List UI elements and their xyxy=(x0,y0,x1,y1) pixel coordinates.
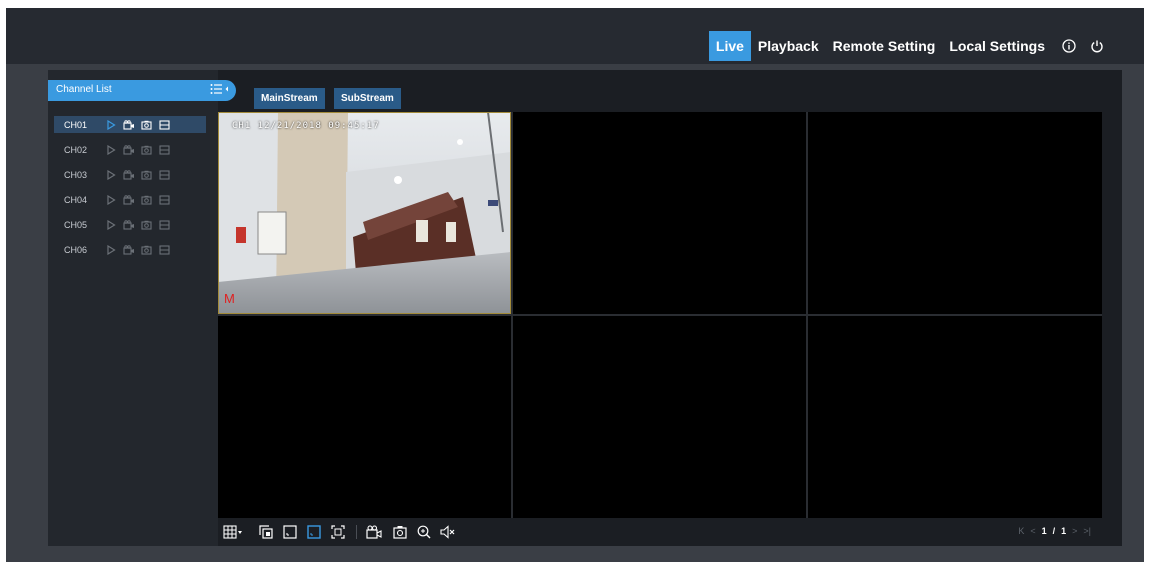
snapshot-icon[interactable] xyxy=(140,143,153,156)
record-icon[interactable] xyxy=(122,243,135,256)
channel-row[interactable]: CH06 xyxy=(54,241,206,258)
channel-name: CH04 xyxy=(64,194,88,205)
app-window: Live Playback Remote Setting Local Setti… xyxy=(6,8,1144,562)
snapshot-icon[interactable] xyxy=(392,524,408,540)
video-grid: CH1 12/21/2018 09:45:17 M xyxy=(218,111,1102,518)
record-all-icon[interactable] xyxy=(366,524,382,540)
live-toolbar: K < 1 / 1 > >| xyxy=(218,518,1102,546)
stream-icon[interactable] xyxy=(158,193,171,206)
total-pages: 1 xyxy=(1061,526,1067,536)
main-nav: Live Playback Remote Setting Local Setti… xyxy=(708,31,1108,61)
power-icon[interactable] xyxy=(1086,35,1108,57)
fullscreen-icon[interactable] xyxy=(330,524,346,540)
toolbar-divider xyxy=(356,525,357,539)
stream-icon[interactable] xyxy=(158,243,171,256)
channel-name: CH03 xyxy=(64,169,88,180)
channel-row[interactable]: CH03 xyxy=(54,166,206,183)
first-page-icon[interactable]: K xyxy=(1018,526,1024,536)
snapshot-icon[interactable] xyxy=(140,168,153,181)
info-icon[interactable] xyxy=(1058,35,1080,57)
play-icon[interactable] xyxy=(104,218,117,231)
channel-list-title: Channel List xyxy=(56,84,112,95)
motion-indicator: M xyxy=(224,291,235,306)
channel-row[interactable]: CH04 xyxy=(54,191,206,208)
zoom-in-icon[interactable] xyxy=(416,524,432,540)
stream-icon[interactable] xyxy=(158,118,171,131)
snapshot-icon[interactable] xyxy=(140,218,153,231)
video-timestamp: CH1 12/21/2018 09:45:17 xyxy=(232,121,380,131)
record-icon[interactable] xyxy=(122,143,135,156)
split-view-icon[interactable] xyxy=(258,524,274,540)
record-icon[interactable] xyxy=(122,118,135,131)
channel-sidebar: CH01 CH02 CH03 CH04 CH05 CH06 xyxy=(48,70,218,546)
aspect-ratio-icon[interactable] xyxy=(306,524,322,540)
layout-grid-icon[interactable] xyxy=(222,524,244,540)
video-cell[interactable] xyxy=(513,316,806,518)
nav-live[interactable]: Live xyxy=(708,31,751,61)
current-page: 1 xyxy=(1041,526,1047,536)
record-icon[interactable] xyxy=(122,193,135,206)
next-page-icon[interactable]: > xyxy=(1072,526,1077,536)
play-icon[interactable] xyxy=(104,143,117,156)
channel-name: CH01 xyxy=(64,119,88,130)
live-panel: CH01 CH02 CH03 CH04 CH05 CH06 Channel Li… xyxy=(48,70,1122,546)
list-collapse-icon[interactable] xyxy=(210,83,230,95)
last-page-icon[interactable]: >| xyxy=(1083,526,1091,536)
channel-row[interactable]: CH05 xyxy=(54,216,206,233)
video-cell-ch1[interactable]: CH1 12/21/2018 09:45:17 M xyxy=(218,111,511,314)
camera-feed-image xyxy=(218,111,511,314)
play-icon[interactable] xyxy=(104,168,117,181)
grid-divider xyxy=(218,314,1102,316)
record-icon[interactable] xyxy=(122,218,135,231)
video-cell[interactable] xyxy=(513,112,806,314)
channel-row[interactable]: CH02 xyxy=(54,141,206,158)
nav-local-settings[interactable]: Local Settings xyxy=(942,31,1052,61)
stream-icon[interactable] xyxy=(158,218,171,231)
fit-icon[interactable] xyxy=(282,524,298,540)
stream-icon[interactable] xyxy=(158,168,171,181)
sub-stream-button[interactable]: SubStream xyxy=(334,88,401,109)
mute-icon[interactable] xyxy=(440,524,456,540)
nav-remote-setting[interactable]: Remote Setting xyxy=(826,31,943,61)
snapshot-icon[interactable] xyxy=(140,243,153,256)
play-icon[interactable] xyxy=(104,243,117,256)
channel-name: CH05 xyxy=(64,219,88,230)
main-stream-button[interactable]: MainStream xyxy=(254,88,325,109)
nav-playback[interactable]: Playback xyxy=(751,31,826,61)
play-icon[interactable] xyxy=(104,118,117,131)
stream-icon[interactable] xyxy=(158,143,171,156)
prev-page-icon[interactable]: < xyxy=(1030,526,1035,536)
video-cell[interactable] xyxy=(218,316,511,518)
channel-name: CH06 xyxy=(64,244,88,255)
video-cell[interactable] xyxy=(808,112,1102,314)
play-icon[interactable] xyxy=(104,193,117,206)
top-bar: Live Playback Remote Setting Local Setti… xyxy=(6,8,1144,64)
channel-name: CH02 xyxy=(64,144,88,155)
page-separator: / xyxy=(1052,526,1056,536)
channel-row[interactable]: CH01 xyxy=(54,116,206,133)
video-cell[interactable] xyxy=(808,316,1102,518)
snapshot-icon[interactable] xyxy=(140,193,153,206)
pager: K < 1 / 1 > >| xyxy=(1015,526,1094,536)
record-icon[interactable] xyxy=(122,168,135,181)
channel-list-header: Channel List xyxy=(48,80,236,101)
snapshot-icon[interactable] xyxy=(140,118,153,131)
